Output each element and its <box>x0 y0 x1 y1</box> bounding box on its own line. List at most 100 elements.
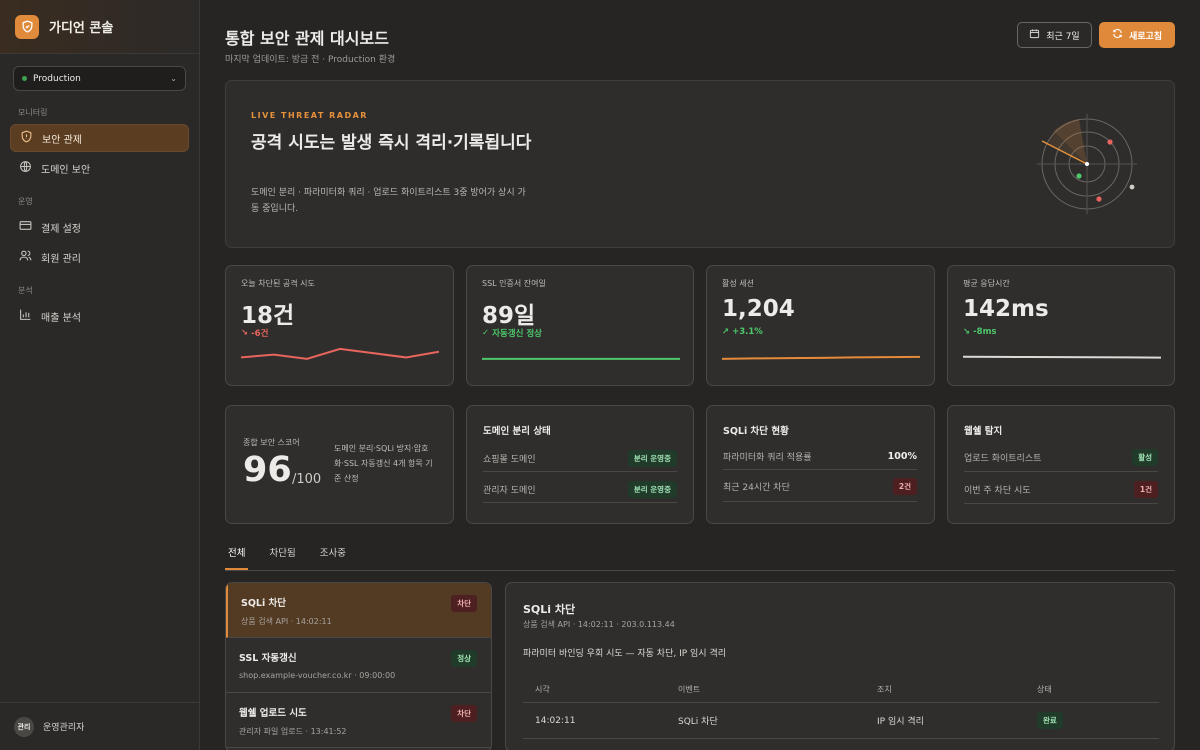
event-subtitle: 상품 검색 API · 14:02:11 <box>241 617 332 626</box>
sidebar-item-security[interactable]: 보안 관제 <box>10 124 189 152</box>
sidebar-item-domain[interactable]: 도메인 보안 <box>10 154 189 182</box>
sidebar: 가디언 콘솔 Production ⌄ 모니터링 보안 관제 도메인 보안 운영… <box>0 0 200 750</box>
score-description: 도메인 분리·SQLi 방지·암호화·SSL 자동갱신 4개 항목 기준 산정 <box>334 444 433 483</box>
kpi-delta: ↗ +3.1% <box>722 327 763 337</box>
list-item[interactable]: SSL 자동갱신 shop.example-voucher.co.kr · 09… <box>226 638 491 693</box>
sidebar-item-sales[interactable]: 매출 분석 <box>10 302 189 330</box>
environment-label: Production <box>33 73 81 84</box>
kpi-sparkline <box>722 355 920 360</box>
table-header: 시각 이벤트 조치 상태 <box>523 677 1159 703</box>
shield-logo-icon <box>15 14 39 39</box>
status-badge: 분리 운영중 <box>627 481 677 498</box>
sparkline-path <box>963 355 1161 359</box>
status-badge: 분리 운영중 <box>627 450 677 467</box>
list-item[interactable]: 웹쉘 업로드 시도 관리자 파일 업로드 · 13:41:52 차단 <box>226 693 491 748</box>
refresh-button[interactable]: 새로고침 <box>1099 22 1175 48</box>
status-row: 파라미터화 쿼리 적용률 100% <box>723 444 917 470</box>
status-row: 업로드 화이트리스트 활성 <box>964 444 1158 472</box>
domain-separation-card: 도메인 분리 상태 쇼핑몰 도메인 분리 운영중 관리자 도메인 분리 운영중 <box>466 405 694 524</box>
cell-action: IP 임시 격리 <box>877 717 924 727</box>
status-value: 100% <box>887 451 917 462</box>
cell-event: SQLi 차단 <box>678 717 718 727</box>
status-badge: 차단 <box>451 705 477 722</box>
sidebar-item-payment[interactable]: 결제 설정 <box>10 213 189 241</box>
sqli-status-card: SQLi 차단 현황 파라미터화 쿼리 적용률 100% 최근 24시간 차단 … <box>706 405 935 524</box>
tab-all[interactable]: 전체 <box>225 545 249 570</box>
event-subtitle: 관리자 파일 업로드 · 13:41:52 <box>239 727 347 736</box>
shield-icon <box>20 130 33 146</box>
sidebar-section-operations: 운영 <box>18 197 33 206</box>
column-header: 상태 <box>1037 685 1052 694</box>
status-row: 최근 24시간 차단 2건 <box>723 472 917 502</box>
score-value: 96 <box>243 450 292 490</box>
kpi-card-response: 평균 응답시간 142ms ↘ -8ms <box>947 265 1175 386</box>
column-header: 시각 <box>535 685 550 694</box>
refresh-label: 새로고침 <box>1128 31 1163 42</box>
card-title: 도메인 분리 상태 <box>483 426 551 437</box>
security-score-card: 종합 보안 스코어 96 /100 도메인 분리·SQLi 방지·암호화·SSL… <box>225 405 454 524</box>
page-subtitle: 마지막 업데이트: 방금 전 · Production 환경 <box>225 55 396 65</box>
kpi-sparkline <box>963 355 1161 359</box>
user-name: 운영관리자 <box>43 723 85 733</box>
kpi-label: SSL 인증서 잔여일 <box>482 279 546 288</box>
kpi-sparkline <box>482 357 680 360</box>
detail-title: SQLi 차단 <box>523 603 576 616</box>
column-header: 조치 <box>877 685 892 694</box>
threat-radar-panel: LIVE THREAT RADAR 공격 시도는 발생 즉시 격리·기록됩니다 … <box>225 80 1175 248</box>
sidebar-item-label: 회원 관리 <box>41 253 81 265</box>
status-row: 쇼핑몰 도메인 분리 운영중 <box>483 446 677 472</box>
status-dot <box>22 76 27 81</box>
trend-down-icon: ↘ <box>963 327 971 337</box>
trend-down-icon: ↘ <box>241 328 249 338</box>
brand-name: 가디언 콘솔 <box>49 21 114 36</box>
score-label: 종합 보안 스코어 <box>243 438 300 447</box>
list-item[interactable]: SQLi 차단 상품 검색 API · 14:02:11 차단 <box>226 583 491 638</box>
date-range-label: 최근 7일 <box>1046 31 1080 42</box>
kpi-delta: ✓ 자동갱신 정상 <box>482 328 543 339</box>
kpi-value: 142ms <box>963 296 1049 322</box>
event-subtitle: shop.example-voucher.co.kr · 09:00:00 <box>239 671 396 680</box>
chevron-down-icon: ⌄ <box>170 74 177 83</box>
tab-blocked[interactable]: 차단됨 <box>266 545 298 570</box>
status-row-label: 업로드 화이트리스트 <box>964 454 1042 464</box>
kpi-delta: ↘ -8ms <box>963 327 997 337</box>
refresh-icon <box>1112 28 1123 42</box>
event-title: SSL 자동갱신 <box>239 653 297 664</box>
cell-status: 완료 <box>1037 703 1063 738</box>
hero-tag: LIVE THREAT RADAR <box>251 111 368 120</box>
tab-investigating[interactable]: 조사중 <box>317 545 349 570</box>
users-icon <box>19 249 32 265</box>
kpi-sparkline <box>241 347 439 360</box>
status-badge: 1건 <box>1133 481 1158 498</box>
calendar-icon <box>1029 28 1040 42</box>
kpi-value: 18건 <box>241 303 295 329</box>
kpi-card-ssl: SSL 인증서 잔여일 89일 ✓ 자동갱신 정상 <box>466 265 694 386</box>
table-row[interactable]: 14:02:11 SQLi 차단 IP 임시 격리 완료 <box>523 703 1159 739</box>
hero-heading: 공격 시도는 발생 즉시 격리·기록됩니다 <box>251 133 532 153</box>
hero-description: 도메인 분리 · 파라미터화 쿼리 · 업로드 화이트리스트 3중 방어가 상시… <box>251 188 526 214</box>
kpi-value: 89일 <box>482 303 536 329</box>
detail-subtitle: 상품 검색 API · 14:02:11 · 203.0.113.44 <box>523 620 675 629</box>
status-row: 이번 주 차단 시도 1건 <box>964 476 1158 504</box>
user-profile[interactable]: 관리 운영관리자 <box>0 702 200 750</box>
kpi-value: 1,204 <box>722 296 795 322</box>
status-badge: 활성 <box>1132 449 1158 466</box>
event-detail-panel: SQLi 차단 상품 검색 API · 14:02:11 · 203.0.113… <box>505 582 1175 750</box>
environment-select[interactable]: Production ⌄ <box>13 66 186 91</box>
status-row-label: 이번 주 차단 시도 <box>964 486 1031 496</box>
status-row: 관리자 도메인 분리 운영중 <box>483 477 677 503</box>
sidebar-item-label: 결제 설정 <box>41 223 81 235</box>
detail-description: 파라미터 바인딩 우회 시도 — 자동 차단, IP 임시 격리 <box>523 649 727 659</box>
event-title: 웹쉘 업로드 시도 <box>239 708 307 719</box>
status-row-label: 쇼핑몰 도메인 <box>483 455 536 465</box>
kpi-label: 평균 응답시간 <box>963 279 1010 288</box>
sparkline-path <box>722 355 920 360</box>
kpi-label: 활성 세션 <box>722 279 754 288</box>
status-badge: 2건 <box>892 478 917 495</box>
trend-up-icon: ↗ <box>722 327 730 337</box>
sidebar-item-members[interactable]: 회원 관리 <box>10 243 189 271</box>
column-header: 이벤트 <box>678 685 701 694</box>
globe-icon <box>19 160 32 176</box>
date-range-button[interactable]: 최근 7일 <box>1017 22 1092 48</box>
avatar: 관리 <box>14 716 34 737</box>
